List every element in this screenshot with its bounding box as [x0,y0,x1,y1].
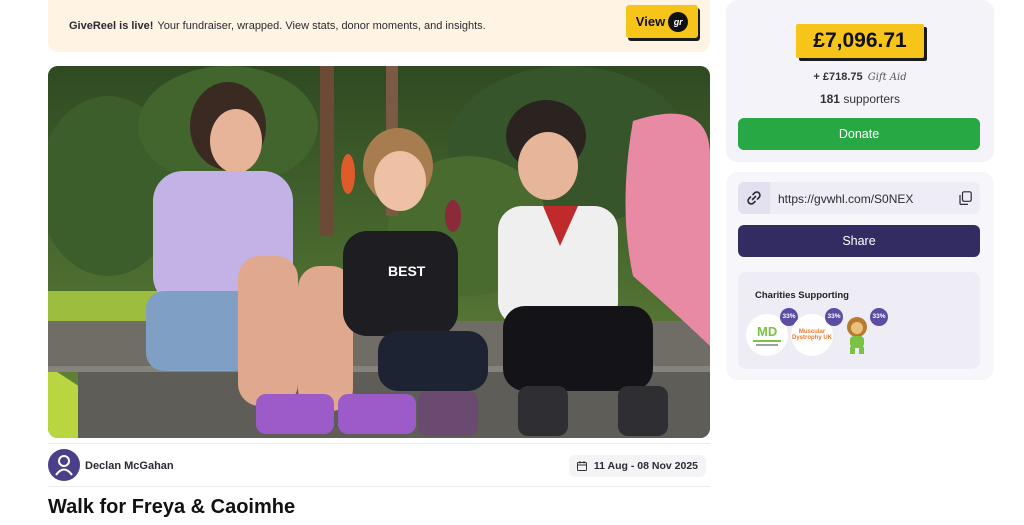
share-url[interactable]: https://gvwhl.com/S0NEX [778,192,913,206]
donate-button[interactable]: Donate [738,118,980,150]
charity-logo-myotonic[interactable]: MD 33% [746,308,798,356]
charities-panel: Charities Supporting MD 33% Muscular Dys… [738,272,980,369]
fundraiser-hero-image: BEST [48,66,710,438]
charities-title: Charities Supporting [755,290,849,301]
calendar-icon [576,461,587,471]
date-range-text: 11 Aug - 08 Nov 2025 [593,460,698,472]
user-icon [55,455,73,476]
charity-percent-badge: 33% [870,308,888,326]
copy-icon[interactable] [959,191,972,205]
lion-mascot-icon [847,317,867,354]
charity-logo-muscular-dystrophy-uk[interactable]: Muscular Dystrophy UK 33% [791,308,843,356]
amount-raised: £7,096.71 [796,24,924,58]
page-title: Walk for Freya & Caoimhe [48,496,296,518]
givereel-badge-icon: gr [668,11,689,32]
banner-title: GiveReel is live! [69,20,154,32]
gift-aid-amount: + £718.75 [813,71,863,83]
owner-name[interactable]: Declan McGahan [85,460,174,472]
link-icon [738,182,770,214]
avatar[interactable] [48,449,80,481]
three-children-photo-icon: BEST [48,66,710,438]
share-card: https://gvwhl.com/S0NEX Share Charities … [726,172,994,380]
share-button[interactable]: Share [738,225,980,257]
fundraiser-owner-row: Declan McGahan 11 Aug - 08 Nov 2025 [48,443,710,487]
supporters-count: 181 [819,92,840,106]
donation-stats-card: £7,096.71 + £718.75 Gift Aid 181 support… [726,0,994,162]
gift-aid-label: Gift Aid [867,72,907,83]
gift-aid-line: + £718.75 Gift Aid [726,71,994,83]
share-link-field[interactable]: https://gvwhl.com/S0NEX [738,182,980,214]
svg-text:MD: MD [757,324,777,339]
supporters-label: supporters [843,92,901,106]
charity-logo-text: Muscular Dystrophy UK [791,328,832,341]
chain-link-icon [747,191,761,205]
md-charity-logo-icon: MD [753,324,781,346]
charity-logo-lion[interactable]: 33% [836,308,888,356]
view-label: View [635,14,666,29]
view-givereel-button[interactable]: View gr [626,5,698,38]
date-range-chip: 11 Aug - 08 Nov 2025 [568,455,706,477]
banner-text: Your fundraiser, wrapped. View stats, do… [157,20,486,32]
supporters-line: 181 supporters [726,92,994,106]
givereel-banner: GiveReel is live! Your fundraiser, wrapp… [48,0,710,52]
svg-text:BEST: BEST [388,263,426,279]
